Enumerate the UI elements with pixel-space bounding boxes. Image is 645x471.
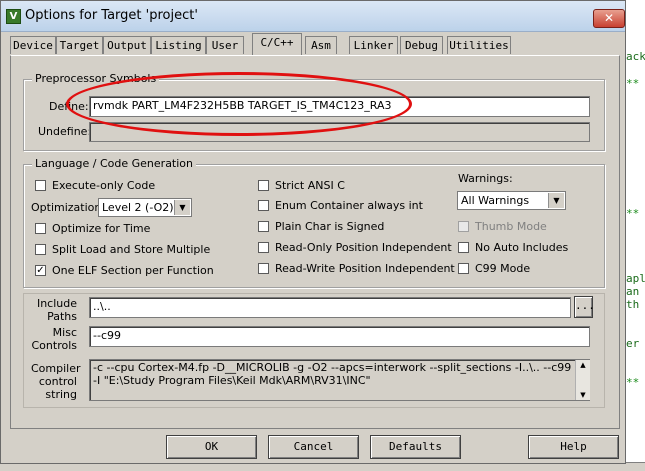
- execute-only-checkbox[interactable]: Execute-only Code: [35, 179, 155, 192]
- bg-snippet: er: [626, 337, 640, 350]
- options-dialog: V Options for Target 'project' ✕ Device …: [0, 0, 626, 464]
- compiler-scrollbar[interactable]: ▲ ▼: [575, 360, 590, 400]
- checkbox-box: [458, 263, 469, 274]
- c99-mode-checkbox[interactable]: C99 Mode: [458, 262, 530, 275]
- checkbox-box: [35, 180, 46, 191]
- include-paths-input[interactable]: ..\..: [89, 297, 571, 318]
- keil-logo-icon: V: [6, 9, 21, 24]
- checkbox-label: Read-Write Position Independent: [275, 262, 455, 275]
- ropi-checkbox[interactable]: Read-Only Position Independent: [258, 241, 452, 254]
- checkbox-box: [258, 242, 269, 253]
- compiler-control-string: -c --cpu Cortex-M4.fp -D__MICROLIB -g -O…: [89, 359, 590, 401]
- checkbox-label: Execute-only Code: [52, 179, 156, 192]
- checkbox-label: Split Load and Store Multiple: [52, 243, 211, 256]
- tab-utilities[interactable]: Utilities: [447, 36, 511, 54]
- checkbox-label: Thumb Mode: [475, 220, 547, 233]
- checkbox-label: Strict ANSI C: [275, 179, 345, 192]
- thumb-mode-checkbox: Thumb Mode: [458, 220, 547, 233]
- misc-controls-input[interactable]: --c99: [89, 326, 590, 347]
- misc-label: Misc: [52, 326, 77, 339]
- compiler-label-2: control: [38, 375, 77, 388]
- warnings-select[interactable]: All Warnings ▼: [457, 191, 566, 210]
- compiler-label-3: string: [45, 388, 77, 401]
- include-label: Include: [36, 297, 77, 310]
- chevron-down-icon: ▼: [548, 193, 564, 208]
- rwpi-checkbox[interactable]: Read-Write Position Independent: [258, 262, 455, 275]
- enum-container-checkbox[interactable]: Enum Container always int: [258, 199, 423, 212]
- checkbox-label: No Auto Includes: [475, 241, 569, 254]
- checkbox-box: [258, 221, 269, 232]
- checkbox-label: Optimize for Time: [52, 222, 151, 235]
- close-button[interactable]: ✕: [593, 9, 625, 28]
- optimization-label: Optimization:: [31, 201, 106, 214]
- undefine-label: Undefine:: [38, 125, 92, 138]
- bg-snippet: apl: [626, 272, 645, 285]
- plain-char-checkbox[interactable]: Plain Char is Signed: [258, 220, 384, 233]
- checkbox-label: Read-Only Position Independent: [275, 241, 452, 254]
- title-bar: V Options for Target 'project' ✕: [1, 1, 625, 32]
- checkbox-label: Plain Char is Signed: [275, 220, 385, 233]
- optimization-value: Level 2 (-O2): [102, 201, 174, 214]
- optimization-select[interactable]: Level 2 (-O2) ▼: [98, 198, 192, 217]
- tab-debug[interactable]: Debug: [400, 36, 443, 54]
- bg-snippet: **: [626, 207, 640, 220]
- defaults-button[interactable]: Defaults: [370, 435, 461, 459]
- checkbox-box: [258, 263, 269, 274]
- no-auto-includes-checkbox[interactable]: No Auto Includes: [458, 241, 568, 254]
- bg-snippet: **: [626, 77, 640, 90]
- tab-c-cpp[interactable]: C/C++: [252, 33, 302, 55]
- undefine-input[interactable]: [89, 122, 590, 142]
- browse-button[interactable]: ...: [574, 296, 595, 318]
- misc-label-2: Controls: [31, 339, 78, 352]
- tab-target[interactable]: Target: [56, 36, 103, 54]
- compiler-line: -c --cpu Cortex-M4.fp -D__MICROLIB -g -O…: [93, 361, 572, 374]
- tab-device[interactable]: Device: [10, 36, 56, 54]
- tab-output[interactable]: Output: [103, 36, 151, 54]
- define-label: Define:: [49, 100, 89, 113]
- language-legend: Language / Code Generation: [32, 157, 197, 170]
- bg-snippet: an: [626, 285, 640, 298]
- chevron-down-icon: ▼: [174, 200, 190, 215]
- compiler-label: Compiler: [31, 362, 81, 375]
- tab-user[interactable]: User: [206, 36, 244, 54]
- cancel-button[interactable]: Cancel: [268, 435, 359, 459]
- ok-button[interactable]: OK: [166, 435, 257, 459]
- split-load-checkbox[interactable]: Split Load and Store Multiple: [35, 243, 210, 256]
- checkbox-label: Enum Container always int: [275, 199, 423, 212]
- compiler-line: -I "E:\Study Program Files\Keil Mdk\ARM\…: [93, 374, 371, 387]
- define-input[interactable]: rvmdk PART_LM4F232H5BB TARGET_IS_TM4C123…: [89, 96, 590, 117]
- tab-listing[interactable]: Listing: [151, 36, 206, 54]
- checkbox-box: [258, 200, 269, 211]
- checkbox-box: [35, 244, 46, 255]
- checkmark-icon: ✓: [35, 265, 46, 276]
- bg-snippet: ack: [626, 50, 645, 63]
- strict-ansi-checkbox[interactable]: Strict ANSI C: [258, 179, 345, 192]
- one-elf-checkbox[interactable]: ✓ One ELF Section per Function: [35, 264, 214, 277]
- preprocessor-legend: Preprocessor Symbols: [32, 72, 160, 85]
- tab-asm[interactable]: Asm: [305, 36, 337, 54]
- checkbox-box: [35, 223, 46, 234]
- warnings-value: All Warnings: [461, 194, 530, 207]
- scroll-up-icon[interactable]: ▲: [576, 360, 590, 370]
- bg-snippet: **: [626, 376, 640, 389]
- checkbox-label: One ELF Section per Function: [52, 264, 214, 277]
- checkbox-box: [458, 221, 469, 232]
- warnings-label: Warnings:: [458, 172, 513, 185]
- tab-linker[interactable]: Linker: [349, 36, 398, 54]
- scroll-down-icon[interactable]: ▼: [576, 390, 590, 400]
- window-title: Options for Target 'project': [25, 8, 198, 23]
- include-label-2: Paths: [47, 310, 77, 323]
- help-button[interactable]: Help: [528, 435, 619, 459]
- checkbox-box: [458, 242, 469, 253]
- optimize-time-checkbox[interactable]: Optimize for Time: [35, 222, 150, 235]
- bg-snippet: th: [626, 298, 640, 311]
- checkbox-box: [258, 180, 269, 191]
- checkbox-label: C99 Mode: [475, 262, 531, 275]
- background-editor: ack ** ** apl an th er **: [624, 0, 645, 470]
